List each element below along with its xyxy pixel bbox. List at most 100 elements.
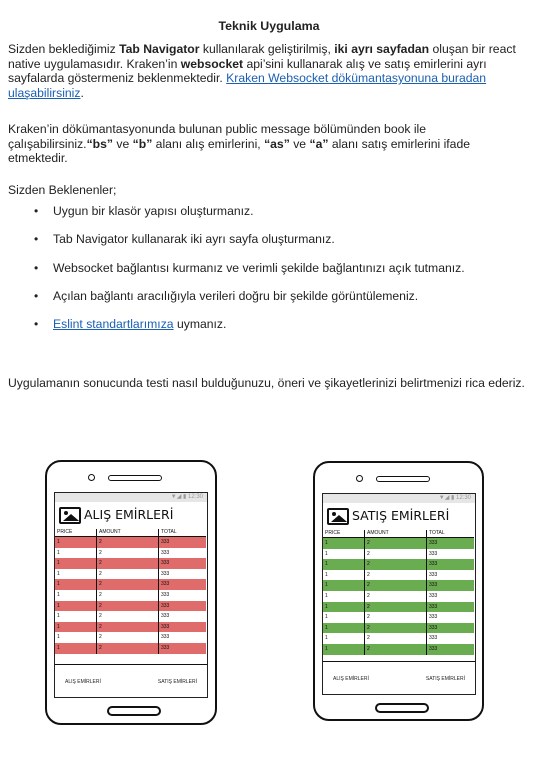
cell-amount: 2 (96, 558, 159, 569)
cell-price: 1 (55, 600, 97, 612)
cell-price: 1 (323, 580, 365, 591)
tab-buy-orders[interactable]: ALIŞ EMİRLERİ (333, 676, 369, 682)
speaker-icon (108, 475, 162, 481)
table-row: 1 2 333 (323, 537, 474, 549)
list-item-text: Websocket bağlantısı kurmanız ve verimli… (53, 260, 465, 275)
cell-price: 1 (55, 611, 97, 622)
bullet-icon: • (34, 204, 39, 218)
list-item: • Açılan bağlantı aracılığıyla verileri d… (8, 289, 465, 317)
cell-amount: 2 (364, 580, 427, 591)
cell-amount: 2 (364, 590, 427, 602)
cell-price: 1 (323, 643, 365, 655)
cell-total: 333 (429, 624, 438, 631)
cell-amount: 2 (364, 601, 427, 613)
bold-text: “as” (264, 136, 290, 151)
cell-price: 1 (323, 622, 365, 634)
closing-paragraph: Uygulamanın sonucunda testi nasıl bulduğ… (8, 376, 525, 390)
cell-price: 1 (323, 537, 365, 549)
cell-total: 333 (429, 540, 438, 546)
status-bar: ▼◢ ▮ 12:30 (323, 494, 475, 503)
phone-mockup-buy: ▼◢ ▮ 12:30 ALIŞ EMİRLERİ PRICE AMOUNT TO… (45, 460, 217, 725)
intro-paragraph: Sizden beklediğimiz Tab Navigator kullan… (8, 42, 528, 100)
table-row: 1 2 333 (323, 559, 474, 570)
cell-amount: 2 (364, 537, 427, 549)
cell-amount: 2 (96, 632, 159, 643)
cell-amount: 2 (96, 589, 159, 601)
cell-amount: 2 (364, 633, 427, 644)
cell-amount: 2 (364, 622, 427, 634)
cell-amount: 2 (364, 643, 427, 655)
table-row: 1 2 333 (55, 621, 206, 633)
cell-price: 1 (55, 558, 97, 569)
cell-amount: 2 (96, 568, 159, 580)
tab-buy-orders[interactable]: ALIŞ EMİRLERİ (65, 679, 101, 685)
cell-amount: 2 (96, 600, 159, 612)
cell-price: 1 (323, 633, 365, 644)
text: . (80, 85, 84, 100)
eslint-standards-link[interactable]: Eslint standartlarımıza (53, 317, 174, 331)
bullet-icon: • (34, 260, 39, 275)
status-bar: ▼◢ ▮ 12:30 (55, 493, 207, 502)
sell-orders-screen: ▼◢ ▮ 12:30 SATIŞ EMİRLERİ PRICE AMOUNT T… (322, 493, 476, 695)
table-row: 1 2 333 (55, 579, 206, 590)
cell-price: 1 (55, 536, 97, 548)
column-header-price: PRICE (323, 530, 365, 538)
list-item-text: Açılan bağlantı aracılığıyla verileri do… (53, 288, 419, 303)
cell-total: 333 (429, 603, 438, 610)
cell-total: 333 (161, 560, 170, 567)
home-button (107, 706, 161, 716)
cell-total: 333 (161, 613, 170, 620)
speaker-icon (376, 476, 430, 482)
cell-amount: 2 (96, 536, 159, 548)
cell-total: 333 (429, 561, 438, 568)
table-row: 1 2 333 (55, 642, 206, 654)
column-header-amount: AMOUNT (364, 530, 427, 538)
cell-total: 333 (429, 550, 438, 557)
table-row: 1 2 333 (55, 568, 206, 580)
tab-sell-orders[interactable]: SATIŞ EMİRLERİ (158, 679, 197, 685)
cell-amount: 2 (364, 612, 427, 623)
cell-price: 1 (323, 559, 365, 570)
cell-total: 333 (161, 539, 170, 545)
list-item-text: Tab Navigator kullanarak iki ayrı sayfa … (53, 232, 335, 247)
table-row: 1 2 333 (323, 633, 474, 644)
column-header-total: TOTAL (426, 530, 474, 538)
expectations-heading: Sizden Beklenenler; (8, 183, 117, 197)
buy-orders-table: PRICE AMOUNT TOTAL 1 2 333 1 2 333 1 2 333 1 2 333 1… (55, 529, 206, 654)
cell-price: 1 (323, 612, 365, 623)
bullet-icon: • (34, 317, 39, 332)
table-row: 1 2 333 (55, 600, 206, 612)
screen-title: ALIŞ EMİRLERİ (84, 507, 174, 522)
text: kullanılarak geliştirilmiş, (199, 42, 335, 56)
cell-total: 333 (429, 592, 438, 599)
column-header-amount: AMOUNT (96, 529, 159, 537)
camera-icon (88, 474, 95, 481)
column-header-total: TOTAL (158, 529, 206, 537)
list-item: • Tab Navigator kullanarak iki ayrı sayfa… (8, 232, 465, 260)
column-header-price: PRICE (55, 529, 97, 537)
cell-amount: 2 (96, 579, 159, 590)
camera-icon (356, 475, 363, 482)
bold-text: “a” (309, 136, 329, 151)
cell-price: 1 (323, 548, 365, 560)
book-paragraph: Kraken’in dökümantasyonunda bulunan publ… (8, 122, 528, 166)
list-item: • Websocket bağlantısı kurmanız ve veriml… (8, 261, 465, 289)
list-item: • Eslint standartlarımıza uymanız. (8, 317, 465, 345)
bold-text: Tab Navigator (119, 42, 200, 56)
cell-price: 1 (55, 632, 97, 643)
table-row: 1 2 333 (55, 558, 206, 569)
list-item-text: Uygun bir klasör yapısı oluşturmanız. (53, 204, 254, 218)
cell-total: 333 (161, 570, 170, 577)
cell-price: 1 (323, 601, 365, 613)
table-row: 1 2 333 (55, 547, 206, 559)
cell-price: 1 (55, 568, 97, 580)
document-title: Teknik Uygulama (218, 19, 320, 33)
cell-price: 1 (323, 569, 365, 581)
text: ve (113, 136, 133, 151)
table-row: 1 2 333 (55, 589, 206, 601)
cell-total: 333 (161, 623, 170, 630)
cell-amount: 2 (364, 569, 427, 581)
cell-total: 333 (429, 582, 438, 589)
cell-total: 333 (161, 581, 170, 588)
tab-sell-orders[interactable]: SATIŞ EMİRLERİ (426, 676, 465, 682)
